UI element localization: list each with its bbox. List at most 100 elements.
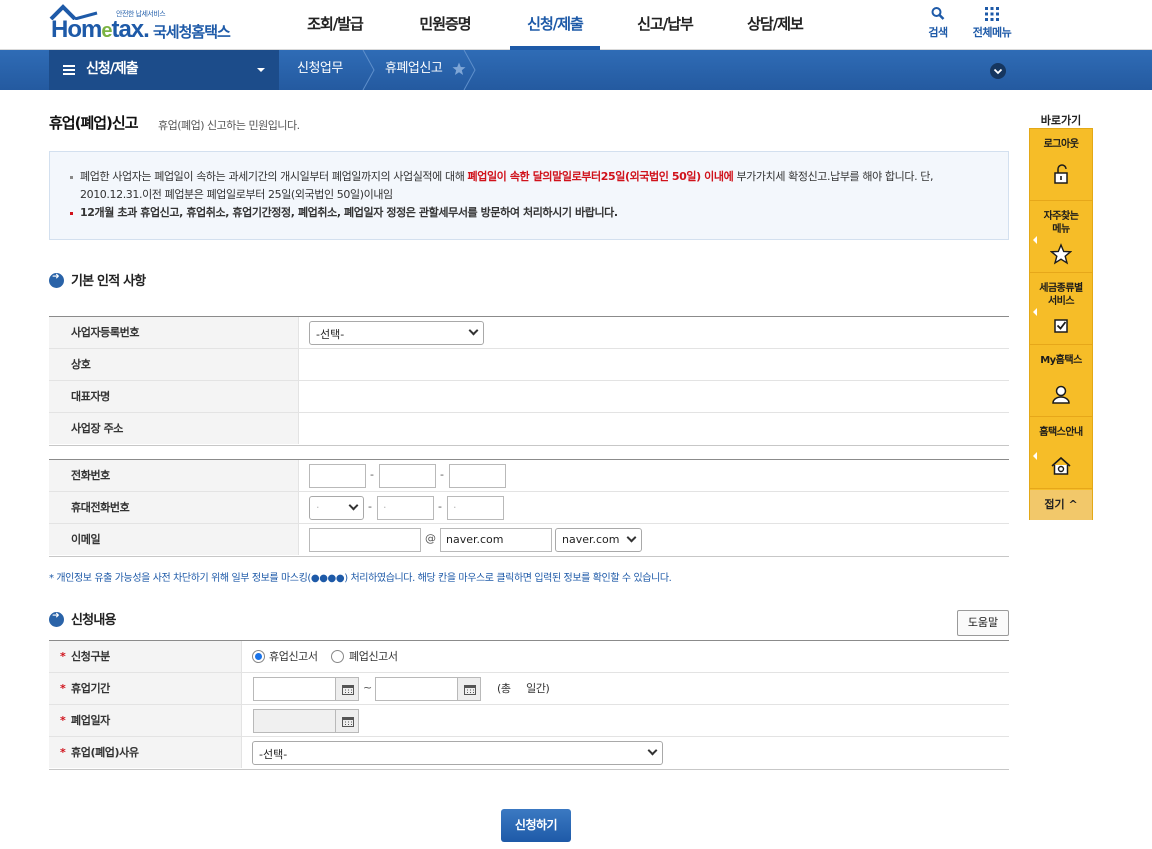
calendar-icon	[342, 685, 354, 695]
table-row: 상호	[49, 349, 1009, 381]
nav-counsel[interactable]: 상담/제보	[720, 0, 830, 50]
notice-box: 폐업한 사업자는 폐업일이 속하는 과세기간의 개시일부터 폐업일까지의 사업실…	[49, 151, 1009, 240]
phone-field-3[interactable]	[449, 464, 506, 488]
quick-tax-service[interactable]: 세금종류별 서비스	[1030, 273, 1092, 345]
table-row: 사업자등록번호 -선택-	[49, 317, 1009, 349]
quick-favorite-menu[interactable]: 자주찾는 메뉴	[1030, 201, 1092, 273]
email-domain-field[interactable]: naver.com	[440, 528, 552, 552]
period-tilde: ~	[363, 681, 373, 694]
dropdown-arrow-icon	[647, 745, 658, 756]
home-info-icon	[1051, 456, 1071, 475]
table-row: 이메일 @ naver.com naver.com	[49, 524, 1009, 556]
radio-closure-label[interactable]: 폐업신고서	[349, 641, 398, 672]
period-start-calendar-button[interactable]	[335, 677, 359, 701]
apply-table: * 신청구분 휴업신고서 폐업신고서 * 휴업기간 ~ (총 일간) * 폐업일자 *…	[49, 640, 1009, 770]
submit-button[interactable]: 신청하기	[501, 809, 571, 842]
breadcrumb-closure-report[interactable]: 휴폐업신고	[385, 50, 443, 90]
top-header: 안전한 납세서비스 Hometax. 국세청홈택스 조회/발급 민원증명 신청/…	[0, 0, 1152, 50]
hamburger-icon	[63, 65, 75, 75]
label-phone: 전화번호	[49, 460, 299, 491]
chevron-up-icon: ^	[1068, 498, 1078, 511]
label-trade-name: 상호	[49, 349, 299, 380]
quick-hometax-guide[interactable]: 홈택스안내	[1030, 417, 1092, 489]
all-menu-label: 전체메뉴	[972, 26, 1012, 39]
radio-closure[interactable]	[331, 650, 344, 663]
checkbox-icon	[1054, 319, 1068, 333]
label-mobile: 휴대전화번호	[49, 492, 299, 523]
dropdown-arrow-icon	[348, 500, 359, 511]
table-row: 휴대전화번호 · - · - ·	[49, 492, 1009, 524]
reason-select[interactable]: -선택-	[252, 741, 663, 765]
arrow-circle-icon	[49, 611, 64, 627]
table-row: 전화번호 - -	[49, 460, 1009, 492]
table-row: * 신청구분 휴업신고서 폐업신고서	[49, 641, 1009, 673]
bullet-icon	[70, 212, 73, 215]
period-end-field[interactable]	[375, 677, 459, 701]
dropdown-arrow-icon	[626, 532, 637, 543]
label-address: 사업장 주소	[49, 413, 299, 444]
quick-collapse-button[interactable]: 접기 ^	[1030, 490, 1092, 520]
label-suspension-period: * 휴업기간	[49, 673, 242, 704]
caret-down-icon	[257, 68, 265, 72]
page-title: 휴업(폐업)신고	[49, 114, 139, 132]
help-button[interactable]: 도움말	[957, 610, 1009, 636]
logo-korean: 국세청홈택스	[153, 23, 231, 41]
notice-line-1: 폐업한 사업자는 폐업일이 속하는 과세기간의 개시일부터 폐업일까지의 사업실…	[80, 170, 934, 183]
breadcrumb-separator-icon	[463, 50, 476, 90]
period-end-calendar-button[interactable]	[457, 677, 481, 701]
location-expand-button[interactable]	[990, 63, 1006, 79]
triangle-left-icon	[1033, 236, 1037, 244]
quick-my-hometax[interactable]: My홈택스	[1030, 345, 1092, 417]
privacy-note: * 개인정보 유출 가능성을 사전 차단하기 위해 일부 정보를 마스킹(●●●…	[49, 573, 672, 584]
location-bar: 신청/제출 신청업무 휴폐업신고	[0, 50, 1152, 90]
search-icon	[931, 7, 945, 20]
quick-menu-title: 바로가기	[1040, 114, 1082, 127]
nav-inquiry[interactable]: 조회/발급	[280, 0, 390, 50]
radio-suspension-label[interactable]: 휴업신고서	[269, 641, 318, 672]
mobile-field-3[interactable]: ·	[447, 496, 504, 520]
table-row: * 휴업기간 ~ (총 일간)	[49, 673, 1009, 705]
label-representative: 대표자명	[49, 381, 299, 412]
calendar-icon	[464, 685, 476, 695]
search-label: 검색	[928, 26, 948, 39]
menu-selector[interactable]: 신청/제출	[49, 50, 279, 90]
table-row: 대표자명	[49, 381, 1009, 413]
phone-field-2[interactable]	[379, 464, 436, 488]
radio-suspension[interactable]	[252, 650, 265, 663]
label-closure-date: * 폐업일자	[49, 705, 242, 736]
main-nav: 조회/발급 민원증명 신청/제출 신고/납부 상담/제보	[280, 0, 830, 50]
star-outline-icon	[1050, 243, 1072, 265]
page-description: 휴업(폐업) 신고하는 민원입니다.	[158, 119, 300, 132]
all-menu-button[interactable]: 전체메뉴	[966, 6, 1018, 40]
nav-report-pay[interactable]: 신고/납부	[610, 0, 720, 50]
phone-field-1[interactable]	[309, 464, 366, 488]
quick-logout[interactable]: 로그아웃	[1030, 129, 1092, 201]
padlock-open-icon	[1054, 164, 1068, 184]
table-row: * 폐업일자	[49, 705, 1009, 737]
nav-apply-submit[interactable]: 신청/제출	[500, 0, 610, 50]
logo-brand: Hometax.	[51, 16, 150, 43]
closure-date-calendar-button[interactable]	[335, 709, 359, 733]
bizno-select[interactable]: -선택-	[309, 321, 484, 345]
mobile-prefix-select[interactable]: ·	[309, 496, 364, 520]
triangle-left-icon	[1033, 452, 1037, 460]
period-start-field[interactable]	[253, 677, 337, 701]
nav-certificate[interactable]: 민원증명	[390, 0, 500, 50]
email-domain-select[interactable]: naver.com	[555, 528, 642, 552]
hometax-logo[interactable]: 안전한 납세서비스 Hometax. 국세청홈택스	[49, 4, 239, 46]
section-title-apply: 신청내용	[49, 609, 116, 628]
closure-date-field[interactable]	[253, 709, 337, 733]
quick-menu: 로그아웃 자주찾는 메뉴 세금종류별 서비스 My홈택스 홈택스안내 접기 ^	[1029, 128, 1093, 520]
calendar-icon	[342, 717, 354, 727]
chevron-down-icon	[993, 68, 1003, 75]
label-reason: * 휴업(폐업)사유	[49, 737, 242, 768]
label-email: 이메일	[49, 524, 299, 555]
notice-line-2: 2010.12.31.이전 폐업분은 폐업일로부터 25일(외국법인 50일)이…	[80, 188, 393, 201]
email-id-field[interactable]	[309, 528, 421, 552]
mobile-field-2[interactable]: ·	[377, 496, 434, 520]
search-button[interactable]: 검색	[926, 6, 950, 40]
table-row: * 휴업(폐업)사유 -선택-	[49, 737, 1009, 769]
breadcrumb-apply-work[interactable]: 신청업무	[297, 50, 343, 90]
section-title-basic: 기본 인적 사항	[49, 270, 146, 289]
triangle-left-icon	[1033, 308, 1037, 316]
